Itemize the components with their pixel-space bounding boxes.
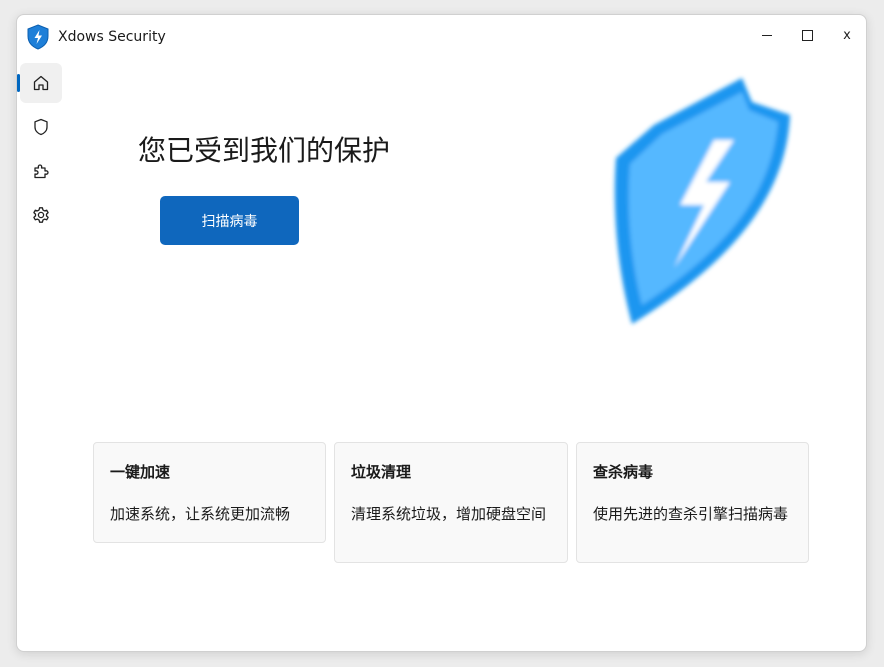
card-description: 清理系统垃圾，增加硬盘空间: [351, 505, 547, 523]
title-bar[interactable]: Xdows Security x: [17, 15, 866, 59]
app-logo-icon: [27, 24, 49, 50]
scan-virus-button[interactable]: 扫描病毒: [160, 196, 299, 245]
maximize-icon: [801, 29, 813, 41]
card-description: 加速系统，让系统更加流畅: [110, 505, 291, 523]
maximize-button[interactable]: [791, 23, 823, 47]
sidebar-item-settings[interactable]: [20, 195, 62, 235]
puzzle-icon: [34, 164, 49, 179]
shield-lightning-illustration: [614, 78, 790, 324]
card-title: 查杀病毒: [593, 463, 654, 481]
card-description: 使用先进的查杀引擎扫描病毒: [593, 505, 789, 523]
minimize-button[interactable]: [751, 23, 783, 47]
close-button[interactable]: x: [831, 23, 863, 47]
card-title: 垃圾清理: [351, 463, 412, 481]
card-junk-cleanup[interactable]: 垃圾清理 清理系统垃圾，增加硬盘空间: [334, 442, 568, 563]
home-icon: [33, 75, 49, 91]
gear-icon: [33, 207, 49, 223]
shield-icon: [34, 118, 48, 136]
card-virus-scan[interactable]: 查杀病毒 使用先进的查杀引擎扫描病毒: [576, 442, 809, 563]
sidebar-item-protection[interactable]: [20, 107, 62, 147]
sidebar-item-extensions[interactable]: [20, 151, 62, 191]
close-icon: x: [843, 27, 851, 43]
sidebar-item-home[interactable]: [17, 63, 62, 103]
app-window: Xdows Security x 您已受到我们的保护 扫描病毒 一键加速 加速系…: [16, 14, 867, 652]
minimize-icon: [762, 34, 772, 36]
card-title: 一键加速: [110, 463, 171, 481]
protection-status-heading: 您已受到我们的保护: [138, 134, 391, 167]
card-quick-boost[interactable]: 一键加速 加速系统，让系统更加流畅: [93, 442, 326, 543]
selection-indicator: [17, 74, 20, 92]
app-title: Xdows Security: [58, 29, 166, 45]
